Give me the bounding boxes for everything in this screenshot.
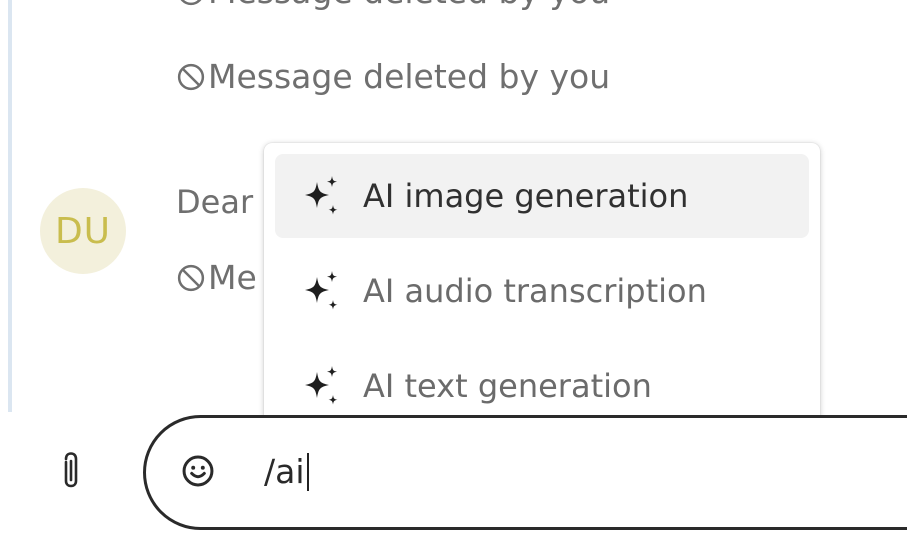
menu-item-label: AI image generation bbox=[363, 177, 689, 215]
deleted-message-text: Message deleted by you bbox=[208, 0, 610, 11]
deleted-message: Message deleted by you bbox=[176, 57, 610, 96]
message-input-value[interactable]: /ai bbox=[264, 452, 309, 491]
menu-item-ai-audio-transcription[interactable]: AI audio transcription bbox=[275, 249, 809, 333]
ban-icon bbox=[177, 264, 205, 291]
ban-icon bbox=[181, 0, 201, 5]
deleted-message: Me bbox=[176, 258, 257, 297]
menu-item-ai-image-generation[interactable]: AI image generation bbox=[275, 154, 809, 238]
slash-command-menu: AI image generation AI audio transcripti… bbox=[264, 143, 820, 443]
sparkles-icon bbox=[305, 366, 338, 405]
deleted-message-text: Message deleted by you bbox=[208, 57, 611, 96]
ban-icon bbox=[177, 63, 205, 90]
sender-name: Dear bbox=[176, 183, 254, 221]
sparkles-icon bbox=[305, 271, 338, 310]
paperclip-icon[interactable] bbox=[57, 450, 85, 494]
deleted-message-text: Me bbox=[208, 258, 257, 297]
sparkles-icon bbox=[305, 176, 338, 215]
menu-item-label: AI audio transcription bbox=[363, 272, 707, 310]
text-caret bbox=[306, 452, 309, 491]
chat-view: Message deleted by you Message deleted b… bbox=[0, 0, 907, 554]
smiley-icon[interactable] bbox=[180, 453, 216, 489]
input-value-text: /ai bbox=[264, 452, 305, 491]
deleted-message-clipped: Message deleted by you bbox=[176, 0, 610, 11]
thread-indicator bbox=[8, 0, 12, 412]
message-input[interactable] bbox=[143, 415, 907, 530]
menu-item-label: AI text generation bbox=[363, 367, 652, 405]
avatar[interactable]: DU bbox=[40, 188, 126, 274]
